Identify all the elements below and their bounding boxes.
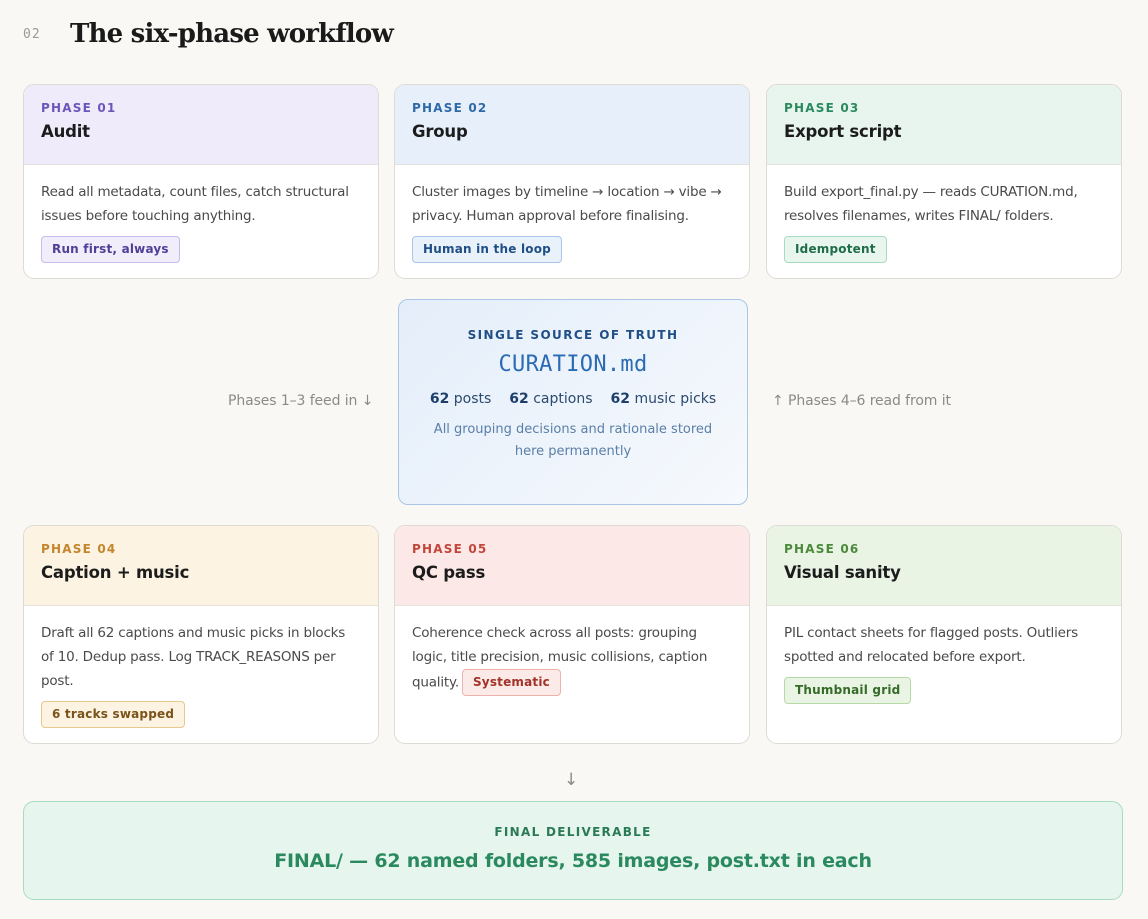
phase-body: PIL contact sheets for flagged posts. Ou… — [767, 606, 1121, 704]
phase-label: PHASE 01 — [41, 101, 117, 115]
phase-card-header: PHASE 02 Group — [395, 85, 749, 165]
phase-description: Draft all 62 captions and music picks in… — [41, 625, 346, 689]
phase-card-06: PHASE 06 Visual sanity PIL contact sheet… — [766, 525, 1122, 744]
final-deliverable-box: FINAL DELIVERABLE FINAL/ — 62 named fold… — [23, 801, 1123, 900]
phase-body: Cluster images by timeline → location → … — [395, 165, 749, 263]
phase-card-header: PHASE 06 Visual sanity — [767, 526, 1121, 606]
curation-stats: 62 posts 62 captions 62 music picks — [399, 391, 747, 407]
section-number: 02 — [23, 26, 41, 42]
phase-description: PIL contact sheets for flagged posts. Ou… — [784, 625, 1078, 665]
stat-captions: 62 captions — [509, 391, 593, 407]
phase-body: Coherence check across all posts: groupi… — [395, 606, 749, 696]
final-eyebrow: FINAL DELIVERABLE — [494, 825, 652, 839]
source-of-truth-eyebrow: SINGLE SOURCE OF TRUTH — [467, 328, 679, 342]
source-of-truth-note: All grouping decisions and rationale sto… — [433, 422, 713, 459]
curation-filename: CURATION.md — [498, 352, 648, 377]
phase-description: Build export_final.py — reads CURATION.m… — [784, 184, 1078, 224]
phase-card-header: PHASE 04 Caption + music — [24, 526, 378, 606]
phase-tag: Idempotent — [784, 236, 887, 263]
phase-title: Audit — [41, 122, 90, 141]
phase-card-header: PHASE 03 Export script — [767, 85, 1121, 165]
phase-description: Cluster images by timeline → location → … — [412, 184, 722, 224]
phase-card-02: PHASE 02 Group Cluster images by timelin… — [394, 84, 750, 279]
phase-card-05: PHASE 05 QC pass Coherence check across … — [394, 525, 750, 744]
stat-music-picks: 62 music picks — [610, 391, 717, 407]
phase-card-header: PHASE 01 Audit — [24, 85, 378, 165]
phase-label: PHASE 02 — [412, 101, 488, 115]
phase-label: PHASE 05 — [412, 542, 488, 556]
phase-body: Read all metadata, count files, catch st… — [24, 165, 378, 263]
phase-tag: Human in the loop — [412, 236, 562, 263]
phase-title: Caption + music — [41, 563, 190, 582]
section-header: 02 The six-phase workflow — [23, 14, 394, 54]
phase-tag: Thumbnail grid — [784, 677, 912, 704]
stat-posts: 62 posts — [429, 391, 492, 407]
phase-description: Read all metadata, count files, catch st… — [41, 184, 349, 224]
phase-body: Build export_final.py — reads CURATION.m… — [767, 165, 1121, 263]
phase-title: Group — [412, 122, 468, 141]
page-title: The six-phase workflow — [70, 19, 394, 49]
phase-tag: 6 tracks swapped — [41, 701, 186, 728]
phase-card-03: PHASE 03 Export script Build export_fina… — [766, 84, 1122, 279]
phase-label: PHASE 03 — [784, 101, 860, 115]
phase-title: Export script — [784, 122, 902, 141]
source-of-truth-box: SINGLE SOURCE OF TRUTH CURATION.md 62 po… — [398, 299, 748, 505]
read-from-note: ↑ Phases 4–6 read from it — [772, 393, 951, 409]
arrow-down-icon: ↓ — [564, 770, 579, 790]
phase-tag: Systematic — [461, 669, 561, 696]
final-deliverable-text: FINAL/ — 62 named folders, 585 images, p… — [274, 850, 872, 872]
phase-title: Visual sanity — [784, 563, 901, 582]
phase-tag: Run first, always — [41, 236, 180, 263]
phase-card-header: PHASE 05 QC pass — [395, 526, 749, 606]
phase-body: Draft all 62 captions and music picks in… — [24, 606, 378, 728]
phase-label: PHASE 06 — [784, 542, 860, 556]
phase-title: QC pass — [412, 563, 486, 582]
phase-card-04: PHASE 04 Caption + music Draft all 62 ca… — [23, 525, 379, 744]
phase-card-01: PHASE 01 Audit Read all metadata, count … — [23, 84, 379, 279]
feed-in-note: Phases 1–3 feed in ↓ — [228, 393, 374, 409]
phase-label: PHASE 04 — [41, 542, 117, 556]
